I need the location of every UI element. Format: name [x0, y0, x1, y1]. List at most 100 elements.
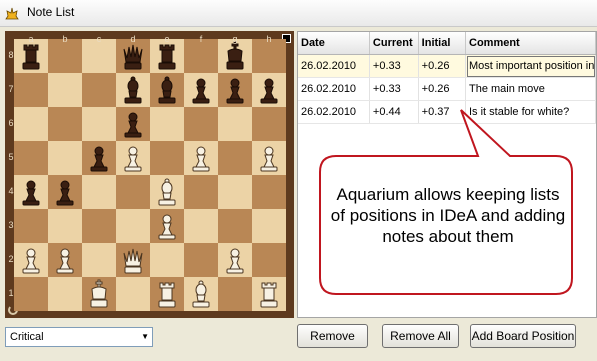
cell-comment[interactable]: Most important position in: [465, 54, 596, 78]
board-square-h1[interactable]: [252, 277, 286, 311]
board-square-g7[interactable]: [218, 73, 252, 107]
add-board-position-button[interactable]: Add Board Position: [470, 324, 576, 348]
remove-button[interactable]: Remove: [297, 324, 368, 348]
board-square-g3[interactable]: [218, 209, 252, 243]
board-square-e4[interactable]: [150, 175, 184, 209]
board-square-e5[interactable]: [150, 141, 184, 175]
board-square-g5[interactable]: [218, 141, 252, 175]
board-square-h3[interactable]: [252, 209, 286, 243]
board-square-c3[interactable]: [82, 209, 116, 243]
board-square-c2[interactable]: [82, 243, 116, 277]
black-pawn-icon[interactable]: [118, 109, 148, 139]
black-pawn-icon[interactable]: [16, 177, 46, 207]
chess-board[interactable]: a b c d e f g h 8 7 6 5 4 3 2 1: [5, 31, 294, 318]
board-square-f1[interactable]: [184, 277, 218, 311]
board-square-b4[interactable]: [48, 175, 82, 209]
white-pawn-icon[interactable]: [254, 143, 284, 173]
board-square-h5[interactable]: [252, 141, 286, 175]
board-square-g8[interactable]: [218, 39, 252, 73]
table-row[interactable]: 26.02.2010 +0.33 +0.26 Most important po…: [298, 54, 596, 78]
table-row[interactable]: 26.02.2010 +0.33 +0.26 The main move: [298, 77, 596, 101]
board-square-b3[interactable]: [48, 209, 82, 243]
board-square-d4[interactable]: [116, 175, 150, 209]
white-queen-icon[interactable]: [118, 245, 148, 275]
board-square-d5[interactable]: [116, 141, 150, 175]
board-square-f4[interactable]: [184, 175, 218, 209]
black-bishop-icon[interactable]: [118, 75, 148, 105]
board-square-g4[interactable]: [218, 175, 252, 209]
board-square-h2[interactable]: [252, 243, 286, 277]
board-square-c4[interactable]: [82, 175, 116, 209]
board-square-a3[interactable]: [14, 209, 48, 243]
board-square-e8[interactable]: [150, 39, 184, 73]
white-pawn-icon[interactable]: [50, 245, 80, 275]
black-pawn-icon[interactable]: [186, 75, 216, 105]
board-square-c6[interactable]: [82, 107, 116, 141]
white-rook-icon[interactable]: [254, 279, 284, 309]
board-square-h6[interactable]: [252, 107, 286, 141]
board-square-d2[interactable]: [116, 243, 150, 277]
column-header-initial[interactable]: Initial: [418, 32, 467, 55]
black-pawn-icon[interactable]: [220, 75, 250, 105]
board-square-f8[interactable]: [184, 39, 218, 73]
column-header-comment[interactable]: Comment: [465, 32, 596, 55]
black-bishop-icon[interactable]: [152, 75, 182, 105]
board-square-g1[interactable]: [218, 277, 252, 311]
black-rook-icon[interactable]: [16, 41, 46, 71]
board-square-a1[interactable]: [14, 277, 48, 311]
board-square-f3[interactable]: [184, 209, 218, 243]
board-square-d6[interactable]: [116, 107, 150, 141]
board-square-c8[interactable]: [82, 39, 116, 73]
board-square-h4[interactable]: [252, 175, 286, 209]
note-list-grid[interactable]: Date Current Initial Comment 26.02.2010 …: [297, 31, 597, 318]
board-square-a8[interactable]: [14, 39, 48, 73]
board-square-a2[interactable]: [14, 243, 48, 277]
board-square-d3[interactable]: [116, 209, 150, 243]
chevron-down-icon[interactable]: ▼: [141, 332, 149, 341]
board-square-d8[interactable]: [116, 39, 150, 73]
board-square-b2[interactable]: [48, 243, 82, 277]
filter-dropdown[interactable]: Critical ▼: [5, 327, 153, 347]
board-square-b7[interactable]: [48, 73, 82, 107]
black-pawn-icon[interactable]: [50, 177, 80, 207]
white-pawn-icon[interactable]: [118, 143, 148, 173]
white-rook-icon[interactable]: [152, 279, 182, 309]
white-pawn-icon[interactable]: [16, 245, 46, 275]
white-bishop-icon[interactable]: [186, 279, 216, 309]
white-pawn-icon[interactable]: [220, 245, 250, 275]
board-square-a6[interactable]: [14, 107, 48, 141]
remove-all-button[interactable]: Remove All: [382, 324, 459, 348]
board-square-e2[interactable]: [150, 243, 184, 277]
white-king-icon[interactable]: [84, 279, 114, 309]
board-square-e6[interactable]: [150, 107, 184, 141]
column-header-current[interactable]: Current: [369, 32, 419, 55]
black-rook-icon[interactable]: [152, 41, 182, 71]
board-square-a7[interactable]: [14, 73, 48, 107]
board-square-e3[interactable]: [150, 209, 184, 243]
board-square-f2[interactable]: [184, 243, 218, 277]
white-pawn-icon[interactable]: [186, 143, 216, 173]
column-header-date[interactable]: Date: [298, 32, 370, 55]
cell-comment[interactable]: Is it stable for white?: [465, 100, 596, 124]
board-square-d7[interactable]: [116, 73, 150, 107]
board-square-f7[interactable]: [184, 73, 218, 107]
white-pawn-icon[interactable]: [152, 211, 182, 241]
table-row[interactable]: 26.02.2010 +0.44 +0.37 Is it stable for …: [298, 100, 596, 124]
cell-comment[interactable]: The main move: [465, 77, 596, 101]
board-square-h8[interactable]: [252, 39, 286, 73]
board-square-g2[interactable]: [218, 243, 252, 277]
board-square-g6[interactable]: [218, 107, 252, 141]
board-square-a4[interactable]: [14, 175, 48, 209]
board-square-b8[interactable]: [48, 39, 82, 73]
board-square-a5[interactable]: [14, 141, 48, 175]
black-pawn-icon[interactable]: [254, 75, 284, 105]
board-square-e7[interactable]: [150, 73, 184, 107]
board-square-c1[interactable]: [82, 277, 116, 311]
board-square-b5[interactable]: [48, 141, 82, 175]
board-square-b1[interactable]: [48, 277, 82, 311]
board-square-d1[interactable]: [116, 277, 150, 311]
black-pawn-icon[interactable]: [84, 143, 114, 173]
board-square-b6[interactable]: [48, 107, 82, 141]
black-queen-icon[interactable]: [118, 41, 148, 71]
board-square-c7[interactable]: [82, 73, 116, 107]
